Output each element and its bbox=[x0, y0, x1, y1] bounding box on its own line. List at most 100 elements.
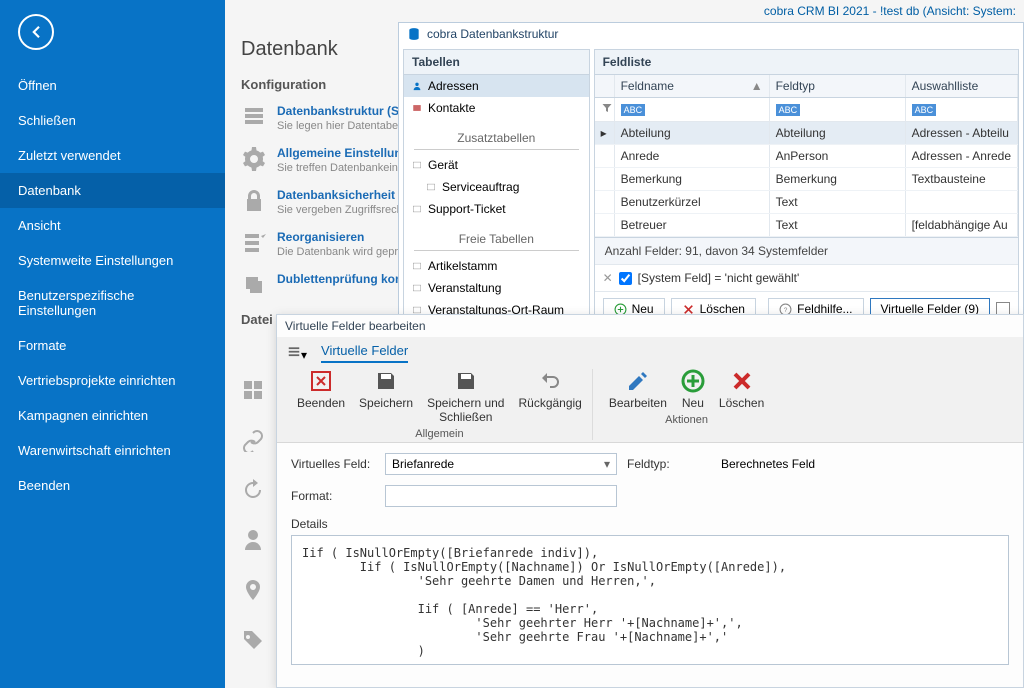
table-row[interactable]: ▸ Abteilung Abteilung Adressen - Abteilu bbox=[595, 122, 1018, 145]
bearbeiten-button[interactable]: Bearbeiten bbox=[609, 369, 667, 410]
svg-text:?: ? bbox=[784, 307, 788, 314]
table-label: Artikelstamm bbox=[428, 259, 497, 273]
btn-label: Speichern bbox=[359, 396, 413, 410]
expression-editor[interactable]: Iif ( IsNullOrEmpty([Briefanrede indiv])… bbox=[291, 535, 1009, 665]
cell-name: Anrede bbox=[615, 145, 770, 167]
details-label: Details bbox=[291, 517, 1009, 531]
nav-list: Öffnen Schließen Zuletzt verwendet Daten… bbox=[0, 68, 225, 503]
back-button[interactable] bbox=[18, 14, 54, 50]
cell-aus: [feldabhängige Au bbox=[906, 214, 1018, 236]
filter-text: [System Feld] = 'nicht gewählt' bbox=[638, 271, 800, 285]
virtual-fields-dialog: Virtuelle Felder bearbeiten ▾ Virtuelle … bbox=[276, 314, 1024, 688]
duplicate-icon bbox=[241, 272, 267, 298]
cell-typ: Bemerkung bbox=[770, 168, 906, 190]
ribbon-group-general: Beenden Speichern Speichern und Schließe… bbox=[287, 369, 593, 440]
nav-inventory[interactable]: Warenwirtschaft einrichten bbox=[0, 433, 225, 468]
dropdown-value: Briefanrede bbox=[392, 457, 454, 471]
location-icon[interactable] bbox=[241, 578, 265, 602]
btn-label: Rückgängig bbox=[518, 396, 581, 410]
table-veranstaltung[interactable]: Veranstaltung bbox=[404, 277, 589, 299]
filter-icon bbox=[601, 102, 613, 114]
vf-titlebar[interactable]: Virtuelle Felder bearbeiten bbox=[277, 315, 1023, 337]
table-support[interactable]: Support-Ticket bbox=[404, 198, 589, 220]
nav-quit[interactable]: Beenden bbox=[0, 468, 225, 503]
speichern-schliessen-button[interactable]: Speichern und Schließen bbox=[427, 369, 504, 424]
neu-button[interactable]: Neu bbox=[681, 369, 705, 410]
table-icon bbox=[412, 204, 422, 214]
nav-sales-projects[interactable]: Vertriebsprojekte einrichten bbox=[0, 363, 225, 398]
nav-close[interactable]: Schließen bbox=[0, 103, 225, 138]
save-icon bbox=[374, 369, 398, 393]
cfg-title: Datenbankstruktur (S bbox=[277, 104, 399, 118]
menu-icon[interactable]: ▾ bbox=[287, 345, 307, 362]
cell-name: Betreuer bbox=[615, 214, 770, 236]
nav-user-settings[interactable]: Benutzerspezifische Einstellungen bbox=[0, 278, 225, 328]
table-adressen[interactable]: Adressen bbox=[404, 75, 589, 97]
table-icon bbox=[412, 160, 422, 170]
link-icon[interactable] bbox=[241, 428, 265, 452]
filter-bar[interactable]: ✕ [System Feld] = 'nicht gewählt' bbox=[595, 264, 1018, 291]
cfg-sub: Die Datenbank wird geprü bbox=[277, 246, 404, 258]
speichern-button[interactable]: Speichern bbox=[359, 369, 413, 424]
grid-filter-row[interactable]: ABC ABC ABC bbox=[595, 98, 1018, 122]
filter-clear-icon[interactable]: ✕ bbox=[603, 271, 613, 285]
table-artikel[interactable]: Artikelstamm bbox=[404, 255, 589, 277]
table-row[interactable]: BetreuerText[feldabhängige Au bbox=[595, 214, 1018, 237]
nav-open[interactable]: Öffnen bbox=[0, 68, 225, 103]
cfg-sub: Sie vergeben Zugriffsrech bbox=[277, 204, 403, 216]
col-feldtyp[interactable]: Feldtyp bbox=[770, 75, 906, 97]
nav-database[interactable]: Datenbank bbox=[0, 173, 225, 208]
table-row[interactable]: AnredeAnPersonAdressen - Anrede bbox=[595, 145, 1018, 168]
vf-type-value: Berechnetes Feld bbox=[721, 457, 815, 471]
tag-icon[interactable] bbox=[241, 628, 265, 652]
vf-tab[interactable]: Virtuelle Felder bbox=[321, 343, 408, 363]
table-icon bbox=[412, 261, 422, 271]
fieldlist-pane: Feldliste Feldname ▲ Feldtyp Auswahllist… bbox=[594, 49, 1019, 344]
table-icon bbox=[426, 182, 436, 192]
grid-header[interactable]: Feldname ▲ Feldtyp Auswahlliste bbox=[595, 75, 1018, 98]
vf-format-input[interactable] bbox=[385, 485, 617, 507]
ribbon-group-actions: Bearbeiten Neu Löschen Aktionen bbox=[599, 369, 774, 440]
btn-label: Beenden bbox=[297, 396, 345, 410]
nav-view[interactable]: Ansicht bbox=[0, 208, 225, 243]
plus-icon bbox=[681, 369, 705, 393]
grid-icon[interactable] bbox=[241, 378, 265, 402]
table-serviceauftrag[interactable]: Serviceauftrag bbox=[404, 176, 589, 198]
nav-recent[interactable]: Zuletzt verwendet bbox=[0, 138, 225, 173]
table-row[interactable]: BemerkungBemerkungTextbausteine bbox=[595, 168, 1018, 191]
x-icon bbox=[730, 369, 754, 393]
col-feldname[interactable]: Feldname bbox=[621, 79, 674, 93]
nav-campaigns[interactable]: Kampagnen einrichten bbox=[0, 398, 225, 433]
sep-frei: Freie Tabellen bbox=[414, 224, 579, 251]
table-label: Adressen bbox=[428, 79, 479, 93]
save-close-icon bbox=[454, 369, 478, 393]
cfg-title: Reorganisieren bbox=[277, 230, 364, 244]
sidebar: Öffnen Schließen Zuletzt verwendet Daten… bbox=[0, 0, 225, 688]
col-auswahl[interactable]: Auswahlliste bbox=[906, 75, 1018, 97]
table-label: Serviceauftrag bbox=[442, 180, 519, 194]
db-icon bbox=[407, 27, 421, 41]
group-label: Allgemein bbox=[415, 428, 463, 440]
dbstruct-titlebar[interactable]: cobra Datenbankstruktur bbox=[399, 23, 1023, 45]
refresh-icon[interactable] bbox=[241, 478, 265, 502]
tables-pane: Tabellen Adressen Kontakte Zusatztabelle… bbox=[403, 49, 590, 344]
person-icon bbox=[412, 81, 422, 91]
btn-label: Speichern und Schließen bbox=[427, 396, 504, 424]
btn-label: Löschen bbox=[719, 396, 764, 410]
filter-checkbox[interactable] bbox=[619, 272, 632, 285]
loeschen-button[interactable]: Löschen bbox=[719, 369, 764, 410]
table-label: Veranstaltung bbox=[428, 281, 501, 295]
check-list-icon bbox=[241, 230, 267, 256]
table-geraet[interactable]: Gerät bbox=[404, 154, 589, 176]
vf-format-label: Format: bbox=[291, 489, 375, 503]
cell-typ: Text bbox=[770, 214, 906, 236]
nav-formats[interactable]: Formate bbox=[0, 328, 225, 363]
cell-aus: Adressen - Abteilu bbox=[906, 122, 1018, 144]
beenden-button[interactable]: Beenden bbox=[297, 369, 345, 424]
vf-field-dropdown[interactable]: Briefanrede▾ bbox=[385, 453, 617, 475]
nav-system-settings[interactable]: Systemweite Einstellungen bbox=[0, 243, 225, 278]
rueckgaengig-button[interactable]: Rückgängig bbox=[518, 369, 581, 424]
user-lock-icon[interactable] bbox=[241, 528, 265, 552]
table-row[interactable]: BenutzerkürzelText bbox=[595, 191, 1018, 214]
table-kontakte[interactable]: Kontakte bbox=[404, 97, 589, 119]
